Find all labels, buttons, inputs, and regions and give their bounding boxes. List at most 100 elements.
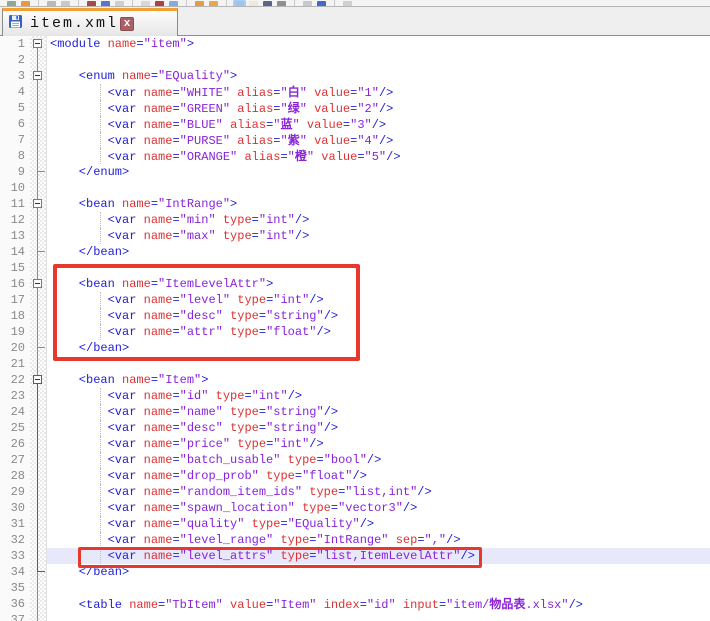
fold-guide-line [37,244,38,260]
fold-collapse-icon[interactable] [33,199,42,208]
fold-collapse-icon[interactable] [33,39,42,48]
tab-item-xml[interactable]: item.xml x [2,8,178,36]
code-text[interactable]: <var name="batch_usable" type="bool"/> [47,452,710,468]
code-text[interactable] [47,260,710,276]
code-text[interactable]: <bean name="Item"> [47,372,710,388]
code-line: 14 </bean> [0,244,710,260]
toolbar-icon-fragment[interactable] [87,1,96,6]
fold-guide-line-active [37,532,38,548]
fold-collapse-icon[interactable] [33,375,42,384]
toolbar-icon-fragment[interactable] [195,1,204,6]
toolbar-icon-fragment[interactable] [155,1,164,6]
code-text[interactable]: <var name="level_attrs" type="list,ItemL… [47,548,710,564]
fold-guide-line [37,84,38,100]
line-number: 23 [0,388,30,404]
toolbar-icon-fragment[interactable] [61,1,70,6]
code-text[interactable]: <var name="level" type="int"/> [47,292,710,308]
code-line: 19 <var name="attr" type="float"/> [0,324,710,340]
toolbar-cutoff[interactable] [0,0,710,7]
toolbar-icon-fragment[interactable] [343,1,352,6]
indent-guide [100,308,101,324]
code-line: 24 <var name="name" type="string"/> [0,404,710,420]
code-line: 15 [0,260,710,276]
code-line: 27 <var name="batch_usable" type="bool"/… [0,452,710,468]
code-text[interactable]: <bean name="IntRange"> [47,196,710,212]
code-text[interactable]: <var name="id" type="int"/> [47,388,710,404]
fold-margin [30,596,47,612]
toolbar-icon-fragment[interactable] [169,1,178,6]
indent-guide [100,148,101,164]
line-number: 13 [0,228,30,244]
code-text[interactable]: </enum> [47,164,710,180]
line-number: 2 [0,52,30,68]
toolbar-icon-fragment[interactable] [141,1,150,6]
fold-margin [30,372,47,388]
fold-margin [30,612,47,621]
line-number: 5 [0,100,30,116]
code-text[interactable]: <var name="spawn_location" type="vector3… [47,500,710,516]
line-number: 3 [0,68,30,84]
code-line: 32 <var name="level_range" type="IntRang… [0,532,710,548]
indent-guide [100,500,101,516]
code-text[interactable]: <var name="drop_prob" type="float"/> [47,468,710,484]
indent-guide [100,484,101,500]
toolbar-icon-fragment[interactable] [101,1,110,6]
toolbar-icon-fragment[interactable] [249,1,258,6]
code-text[interactable]: <module name="item"> [47,36,710,52]
code-text[interactable]: <var name="max" type="int"/> [47,228,710,244]
code-text[interactable]: <table name="TbItem" value="Item" index=… [47,596,710,612]
line-number: 25 [0,420,30,436]
code-text[interactable]: <var name="name" type="string"/> [47,404,710,420]
fold-margin [30,468,47,484]
toolbar-icon-fragment[interactable] [303,1,312,6]
fold-margin [30,404,47,420]
fold-guide-line [37,324,38,340]
toolbar-icon-fragment[interactable] [263,1,272,6]
code-text[interactable]: <var name="desc" type="string"/> [47,420,710,436]
code-text[interactable]: <var name="price" type="int"/> [47,436,710,452]
code-text[interactable]: <var name="ORANGE" alias="橙" value="5"/> [47,148,710,164]
code-text[interactable]: <var name="GREEN" alias="绿" value="2"/> [47,100,710,116]
code-line: 1<module name="item"> [0,36,710,52]
code-text[interactable]: <var name="WHITE" alias="白" value="1"/> [47,84,710,100]
fold-margin [30,100,47,116]
code-text[interactable] [47,612,710,621]
close-icon: x [124,18,131,30]
code-text[interactable]: <var name="desc" type="string"/> [47,308,710,324]
line-number: 10 [0,180,30,196]
code-text[interactable]: <var name="random_item_ids" type="list,i… [47,484,710,500]
tab-close-button[interactable]: x [120,17,134,31]
code-text[interactable] [47,580,710,596]
toolbar-icon-fragment[interactable] [21,1,30,6]
code-text[interactable]: </bean> [47,244,710,260]
code-line: 33 <var name="level_attrs" type="list,It… [0,548,710,564]
code-line: 9 </enum> [0,164,710,180]
code-line: 21 [0,356,710,372]
fold-guide-line-active [37,484,38,500]
code-text[interactable]: <var name="BLUE" alias="蓝" value="3"/> [47,116,710,132]
toolbar-icon-fragment[interactable] [47,1,56,6]
code-text[interactable]: <var name="quality" type="EQuality"/> [47,516,710,532]
code-text[interactable] [47,52,710,68]
toolbar-icon-fragment[interactable] [209,1,218,6]
code-text[interactable]: <bean name="ItemLevelAttr"> [47,276,710,292]
indent-guide [100,84,101,100]
code-text[interactable] [47,180,710,196]
code-text[interactable]: <var name="min" type="int"/> [47,212,710,228]
toolbar-icon-fragment[interactable] [115,1,124,6]
fold-collapse-icon[interactable] [33,71,42,80]
toolbar-icon-fragment[interactable] [7,1,16,6]
fold-margin [30,276,47,292]
toolbar-icon-fragment[interactable] [317,1,326,6]
indent-guide [100,100,101,116]
code-text[interactable]: </bean> [47,564,710,580]
code-text[interactable]: <var name="level_range" type="IntRange" … [47,532,710,548]
code-text[interactable]: <var name="attr" type="float"/> [47,324,710,340]
toolbar-icon-fragment[interactable] [235,1,244,6]
code-text[interactable]: <var name="PURSE" alias="紫" value="4"/> [47,132,710,148]
fold-collapse-icon[interactable] [33,279,42,288]
toolbar-icon-fragment[interactable] [277,1,286,6]
code-text[interactable]: <enum name="EQuality"> [47,68,710,84]
code-text[interactable] [47,356,710,372]
code-text[interactable]: </bean> [47,340,710,356]
